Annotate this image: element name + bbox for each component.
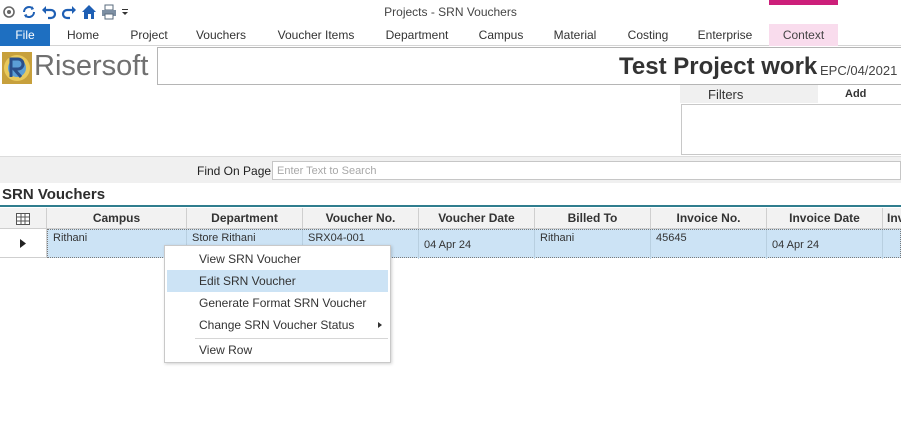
cell-voucher-date[interactable]: 04 Apr 24: [419, 230, 535, 259]
tab-costing[interactable]: Costing: [619, 24, 677, 46]
column-header-department[interactable]: Department: [187, 208, 303, 229]
filters-header: Filters Add: [680, 85, 901, 103]
column-header-invoice-no[interactable]: Invoice No.: [651, 208, 767, 229]
menu-item-change-status-label: Change SRN Voucher Status: [199, 318, 355, 332]
filters-label: Filters: [708, 87, 744, 102]
grid-icon: [16, 212, 30, 225]
logo-mark-icon: [2, 52, 32, 84]
risersoft-logo: Risersoft: [0, 50, 158, 84]
tab-file[interactable]: File: [0, 24, 50, 46]
app-window: Projects - SRN Vouchers File Home Projec…: [0, 0, 901, 427]
ribbon-tabs: File Home Project Vouchers Voucher Items…: [0, 24, 901, 46]
submenu-arrow-icon: [378, 322, 382, 328]
column-header-inv[interactable]: Inv: [883, 208, 901, 229]
row-selector[interactable]: [0, 229, 47, 258]
section-title: SRN Vouchers: [2, 186, 106, 203]
filters-add-button[interactable]: Add: [818, 85, 901, 103]
row-context-menu: View SRN Voucher Edit SRN Voucher Genera…: [164, 245, 391, 363]
find-label: Find On Page: [197, 164, 272, 178]
project-header: Test Project work EPC/04/2021: [157, 47, 901, 85]
context-tab-accent: [769, 0, 838, 5]
column-chooser-button[interactable]: [0, 208, 47, 229]
logo-text: Risersoft: [34, 50, 149, 82]
cell-department-value: Store Rithani: [192, 232, 256, 244]
column-header-billed-to[interactable]: Billed To: [535, 208, 651, 229]
cell-inv[interactable]: [883, 230, 900, 259]
tab-department[interactable]: Department: [378, 24, 456, 46]
column-header-voucher-no[interactable]: Voucher No.: [303, 208, 419, 229]
cell-invoice-no-value: 45645: [656, 232, 687, 244]
current-row-arrow-icon: [20, 238, 26, 248]
cell-invoice-date-value: 04 Apr 24: [772, 239, 820, 251]
grid-header: Campus Department Voucher No. Voucher Da…: [0, 208, 901, 229]
cell-billed-to[interactable]: Rithani: [535, 230, 651, 259]
menu-item-change-srn-voucher-status[interactable]: Change SRN Voucher Status: [167, 314, 388, 336]
tab-vouchers[interactable]: Vouchers: [188, 24, 254, 46]
project-title: Test Project work: [619, 53, 818, 80]
section-divider: [0, 205, 901, 207]
menu-item-view-row[interactable]: View Row: [167, 339, 388, 361]
tab-home[interactable]: Home: [56, 24, 110, 46]
project-code: EPC/04/2021: [820, 63, 898, 78]
cell-invoice-date[interactable]: 04 Apr 24: [767, 230, 883, 259]
title-bar: Projects - SRN Vouchers: [0, 0, 901, 24]
column-header-voucher-date[interactable]: Voucher Date: [419, 208, 535, 229]
tab-voucher-items[interactable]: Voucher Items: [268, 24, 364, 46]
menu-item-view-srn-voucher[interactable]: View SRN Voucher: [167, 248, 388, 270]
tab-enterprise[interactable]: Enterprise: [690, 24, 760, 46]
tab-context[interactable]: Context: [769, 24, 838, 46]
table-row[interactable]: Rithani Store Rithani SRX04-001 04 Apr 2…: [0, 229, 901, 259]
menu-item-edit-srn-voucher[interactable]: Edit SRN Voucher: [167, 270, 388, 292]
column-header-invoice-date[interactable]: Invoice Date: [767, 208, 883, 229]
cell-campus-value: Rithani: [53, 232, 88, 244]
column-header-campus[interactable]: Campus: [47, 208, 187, 229]
find-bar: Find On Page: [0, 156, 901, 183]
find-input[interactable]: [272, 161, 901, 180]
cell-voucher-no-value: SRX04-001: [308, 232, 365, 244]
tab-project[interactable]: Project: [120, 24, 178, 46]
cell-billed-to-value: Rithani: [540, 232, 575, 244]
tab-campus[interactable]: Campus: [472, 24, 530, 46]
filters-panel[interactable]: [681, 104, 901, 155]
menu-item-generate-format-srn-voucher[interactable]: Generate Format SRN Voucher: [167, 292, 388, 314]
cell-invoice-no[interactable]: 45645: [651, 230, 767, 259]
window-title: Projects - SRN Vouchers: [384, 5, 517, 19]
tab-material[interactable]: Material: [545, 24, 605, 46]
cell-voucher-date-value: 04 Apr 24: [424, 239, 472, 251]
